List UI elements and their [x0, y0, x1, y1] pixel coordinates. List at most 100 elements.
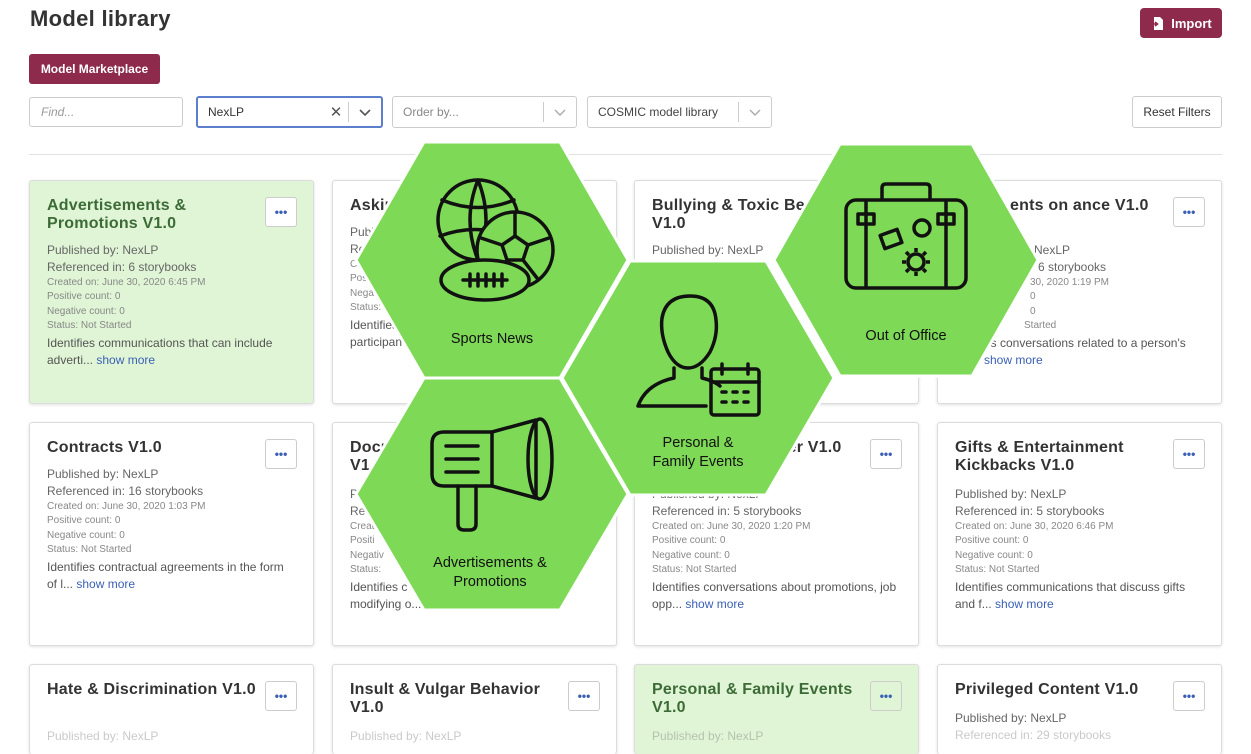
library-select[interactable]: COSMIC model library — [587, 96, 772, 128]
card-positive: Positive count: 0 — [955, 535, 1029, 547]
more-options-button[interactable]: ••• — [568, 681, 600, 711]
card-published: Publi — [350, 225, 377, 239]
card-title: Hate & Discrimination V1.0 — [47, 681, 256, 698]
model-card[interactable]: Docu V1.0 Pu Ref Creat Positi Negativ St… — [332, 422, 617, 646]
card-positive: Positive count: 0 — [652, 535, 726, 547]
model-card[interactable]: Bullying & Toxic Be V1.0 Published by: N… — [634, 180, 919, 404]
card-title: Gifts & Entertainment Kickbacks V1.0 — [955, 439, 1124, 474]
import-button-label: Import — [1171, 15, 1212, 31]
card-title: Docu V1.0 — [350, 439, 391, 474]
card-title: Advertisements & Promotions V1.0 — [47, 197, 187, 232]
card-positive: Positive count: 0 — [47, 291, 121, 303]
card-referenced: Ref — [350, 504, 369, 518]
card-created: Created on: June 30, 2020 6:46 PM — [955, 521, 1114, 532]
order-by-select[interactable]: Order by... — [392, 96, 577, 128]
card-published: NexLP — [1034, 243, 1071, 257]
card-title: Personal & Family Events V1.0 — [652, 681, 853, 716]
show-more-link[interactable]: show more — [685, 597, 744, 611]
model-card[interactable]: Personal & Family Events V1.0 ••• Publis… — [634, 664, 919, 754]
card-published: Published by: NexLP — [350, 729, 462, 743]
card-published: Pu — [350, 487, 365, 501]
card-description: Identifies communications that discuss g… — [955, 580, 1186, 612]
card-positive: Posit — [350, 273, 373, 285]
card-referenced: Refe — [350, 242, 376, 256]
model-card[interactable]: ents on ance V1.0 ••• NexLP 6 storybooks… — [937, 180, 1222, 404]
card-status: Status: Not Started — [47, 543, 132, 555]
model-card[interactable]: Privileged Content V1.0 ••• Published by… — [937, 664, 1222, 754]
hexagon-label: Advertisements & Promotions — [390, 554, 590, 592]
card-status: Started — [1024, 319, 1057, 331]
card-negative: Nega — [350, 287, 374, 299]
clear-icon[interactable]: ✕ — [324, 103, 348, 121]
card-created: Created on: June 30, 2020 6:45 PM — [47, 277, 206, 288]
more-options-button[interactable]: ••• — [870, 681, 902, 711]
model-card[interactable]: Asking Publi Refe Creat Posit Nega Statu… — [332, 180, 617, 404]
card-referenced: 6 storybooks — [1038, 260, 1107, 274]
library-select-value: COSMIC model library — [598, 105, 719, 119]
show-more-link[interactable]: show more — [96, 353, 155, 367]
show-more-link[interactable]: show more — [76, 577, 135, 591]
card-published: Published by: NexLP — [955, 487, 1067, 501]
import-button[interactable]: Import — [1140, 8, 1222, 38]
model-card[interactable]: Insult & Vulgar Behavior V1.0 ••• Publis… — [332, 664, 617, 754]
card-status: Status: Not Started — [652, 563, 737, 575]
card-created: Created on: June 30, 2020 1:03 PM — [47, 501, 206, 512]
card-created: Creat — [350, 521, 375, 532]
page-title: Model library — [30, 6, 171, 31]
hexagon-label: Out of Office — [865, 328, 947, 344]
card-published: Published by: NexLP — [47, 243, 159, 257]
card-created: Creat — [350, 259, 375, 270]
publisher-select[interactable]: NexLP ✕ — [196, 96, 383, 128]
card-title: Insult & Vulgar Behavior V1.0 — [350, 681, 541, 716]
card-published: Published by: NexLP — [955, 711, 1067, 725]
model-card[interactable]: Contracts V1.0 ••• Published by: NexLP R… — [29, 422, 314, 646]
card-negative: Negative count: 0 — [652, 549, 730, 561]
publisher-select-value: NexLP — [208, 105, 245, 119]
card-positive: Positive count: 0 — [47, 515, 121, 527]
more-options-button[interactable]: ••• — [265, 681, 297, 711]
more-options-button[interactable]: ••• — [1173, 197, 1205, 227]
divider — [29, 154, 1222, 155]
model-card[interactable]: Hate & Discrimination V1.0 ••• Published… — [29, 664, 314, 754]
more-options-button[interactable]: ••• — [1173, 681, 1205, 711]
card-status: Status: — [350, 301, 382, 313]
chevron-down-icon[interactable] — [349, 105, 381, 120]
more-options-button[interactable]: ••• — [1173, 439, 1205, 469]
card-title: ents on ance V1.0 — [1010, 197, 1149, 214]
card-title: Bullying & Toxic Be V1.0 — [652, 197, 805, 232]
import-file-icon — [1150, 16, 1164, 30]
card-referenced: Referenced in: 29 storybooks — [955, 728, 1112, 742]
card-created: Created on: June 30, 2020 1:20 PM — [652, 521, 811, 532]
card-title: Privileged Content V1.0 — [955, 681, 1139, 698]
card-description: Identifies communications that can inclu… — [47, 336, 273, 368]
reset-filters-button[interactable]: Reset Filters — [1132, 96, 1222, 128]
find-input[interactable]: Find... — [29, 97, 183, 127]
model-marketplace-button[interactable]: Model Marketplace — [29, 54, 160, 84]
more-options-button[interactable]: ••• — [870, 439, 902, 469]
chevron-down-icon[interactable] — [544, 105, 576, 120]
card-negative: Negative count: 0 — [47, 529, 125, 541]
hexagon-label-text: Advertisements & Promotions — [433, 555, 547, 590]
hexagon-label-text: Personal & Family Events — [652, 435, 744, 470]
card-referenced: Referenced in: 6 storybooks — [47, 260, 197, 274]
show-more-link[interactable]: show more — [984, 353, 1043, 367]
show-more-link[interactable]: show more — [995, 597, 1054, 611]
card-published: Published by: NexLP — [652, 487, 764, 501]
card-status: Status: Not Started — [955, 563, 1040, 575]
more-options-button[interactable]: ••• — [265, 439, 297, 469]
card-negative: Negative count: 0 — [47, 305, 125, 317]
model-card[interactable]: Gifts & Entertainment Kickbacks V1.0 •••… — [937, 422, 1222, 646]
card-positive: 0 — [1030, 291, 1036, 303]
card-title: Contracts V1.0 — [47, 439, 162, 456]
card-published: Published by: NexLP — [652, 729, 764, 743]
more-options-button[interactable]: ••• — [265, 197, 297, 227]
card-positive: Positi — [350, 535, 375, 547]
model-card[interactable]: Advertisements & Promotions V1.0 ••• Pub… — [29, 180, 314, 404]
card-referenced: Referenced in: 5 storybooks — [652, 504, 802, 518]
card-published: Published by: NexLP — [47, 467, 159, 481]
card-negative: Negative count: 0 — [955, 549, 1033, 561]
card-published: Published by: NexLP — [47, 729, 159, 743]
card-description: es conversations related to a person's — [984, 336, 1186, 350]
order-by-placeholder: Order by... — [403, 105, 459, 119]
chevron-down-icon[interactable] — [739, 105, 771, 120]
